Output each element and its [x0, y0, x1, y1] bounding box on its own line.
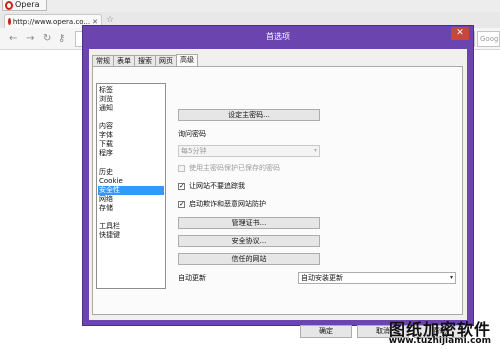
set-master-password-button[interactable]: 设定主密码...	[178, 109, 320, 121]
category-item-tabs[interactable]: 标签	[98, 86, 164, 95]
category-item-downloads[interactable]: 下载	[98, 140, 164, 149]
category-item-fonts[interactable]: 字体	[98, 131, 164, 140]
trusted-sites-button[interactable]: 信任的网站	[178, 253, 320, 265]
category-item-programs[interactable]: 程序	[98, 149, 164, 158]
dialog-client-area: 常规 表单 搜索 网页 高级 标签 浏览 通知 内容 字体 下载 程序 历史 C…	[89, 49, 467, 338]
key-icon[interactable]: ⚷	[58, 33, 65, 44]
auto-update-value: 自动安装更新	[301, 274, 343, 282]
new-tab-icon[interactable]: ☆	[106, 15, 114, 25]
ask-password-label: 询问密码	[178, 130, 206, 138]
category-item-browsing[interactable]: 浏览	[98, 95, 164, 104]
use-master-password-checkbox	[178, 165, 185, 172]
chevron-down-icon: ▾	[449, 274, 453, 281]
opera-logo-icon	[5, 0, 13, 10]
menu-bar: Opera	[0, 0, 500, 12]
back-icon[interactable]: ←	[9, 33, 17, 44]
do-not-track-label: 让网站不要追踪我	[189, 182, 245, 190]
auto-update-select[interactable]: 自动安装更新 ▾	[298, 272, 456, 284]
opera-favicon-icon	[8, 18, 11, 25]
security-settings: 设定主密码... 询问密码 每5分钟 ▾ 使用主密码保护已保存的密码 ✓ 让网站…	[168, 83, 458, 293]
preferences-dialog: 首选项 ✕ 常规 表单 搜索 网页 高级 标签 浏览 通知 内容 字体 下载 程…	[82, 25, 474, 338]
category-item-history[interactable]: 历史	[98, 168, 164, 177]
category-item-notifications[interactable]: 通知	[98, 104, 164, 113]
watermark-url: www.tuzhijiami.com	[388, 336, 491, 346]
security-protocols-button[interactable]: 安全协议...	[178, 235, 320, 247]
reload-icon[interactable]: ↻	[43, 33, 51, 44]
fraud-protection-label: 启动欺诈和恶意网站防护	[189, 200, 266, 208]
ask-password-select: 每5分钟 ▾	[178, 145, 320, 157]
category-item-storage[interactable]: 存储	[98, 204, 164, 213]
chevron-down-icon: ▾	[313, 147, 317, 154]
use-master-password-label: 使用主密码保护已保存的密码	[189, 164, 280, 172]
ask-password-value: 每5分钟	[181, 147, 207, 155]
manage-certificates-button[interactable]: 管理证书...	[178, 217, 320, 229]
category-item-content[interactable]: 内容	[98, 122, 164, 131]
category-item-shortcuts[interactable]: 快捷键	[98, 231, 164, 240]
fraud-protection-checkbox[interactable]: ✓	[178, 201, 185, 208]
category-item-security[interactable]: 安全性	[98, 186, 164, 195]
category-item-toolbars[interactable]: 工具栏	[98, 222, 164, 231]
dialog-title-bar[interactable]: 首选项 ✕	[83, 26, 473, 48]
auto-update-label: 自动更新	[178, 274, 206, 282]
ok-button[interactable]: 确定	[300, 325, 352, 338]
close-icon: ✕	[456, 28, 464, 38]
opera-menu-label: Opera	[15, 0, 40, 9]
category-item-cookies[interactable]: Cookie	[98, 177, 164, 186]
tab-title: http://www.opera.co...	[12, 17, 91, 26]
forward-icon[interactable]: →	[26, 33, 34, 44]
do-not-track-checkbox[interactable]: ✓	[178, 183, 185, 190]
dialog-title: 首选项	[266, 32, 290, 41]
category-list: 标签 浏览 通知 内容 字体 下载 程序 历史 Cookie 安全性 网络 存储…	[96, 83, 166, 289]
opera-menu-button[interactable]: Opera	[2, 0, 47, 11]
category-item-network[interactable]: 网络	[98, 195, 164, 204]
dialog-close-button[interactable]: ✕	[451, 27, 469, 40]
search-field[interactable]: Google	[477, 31, 500, 47]
